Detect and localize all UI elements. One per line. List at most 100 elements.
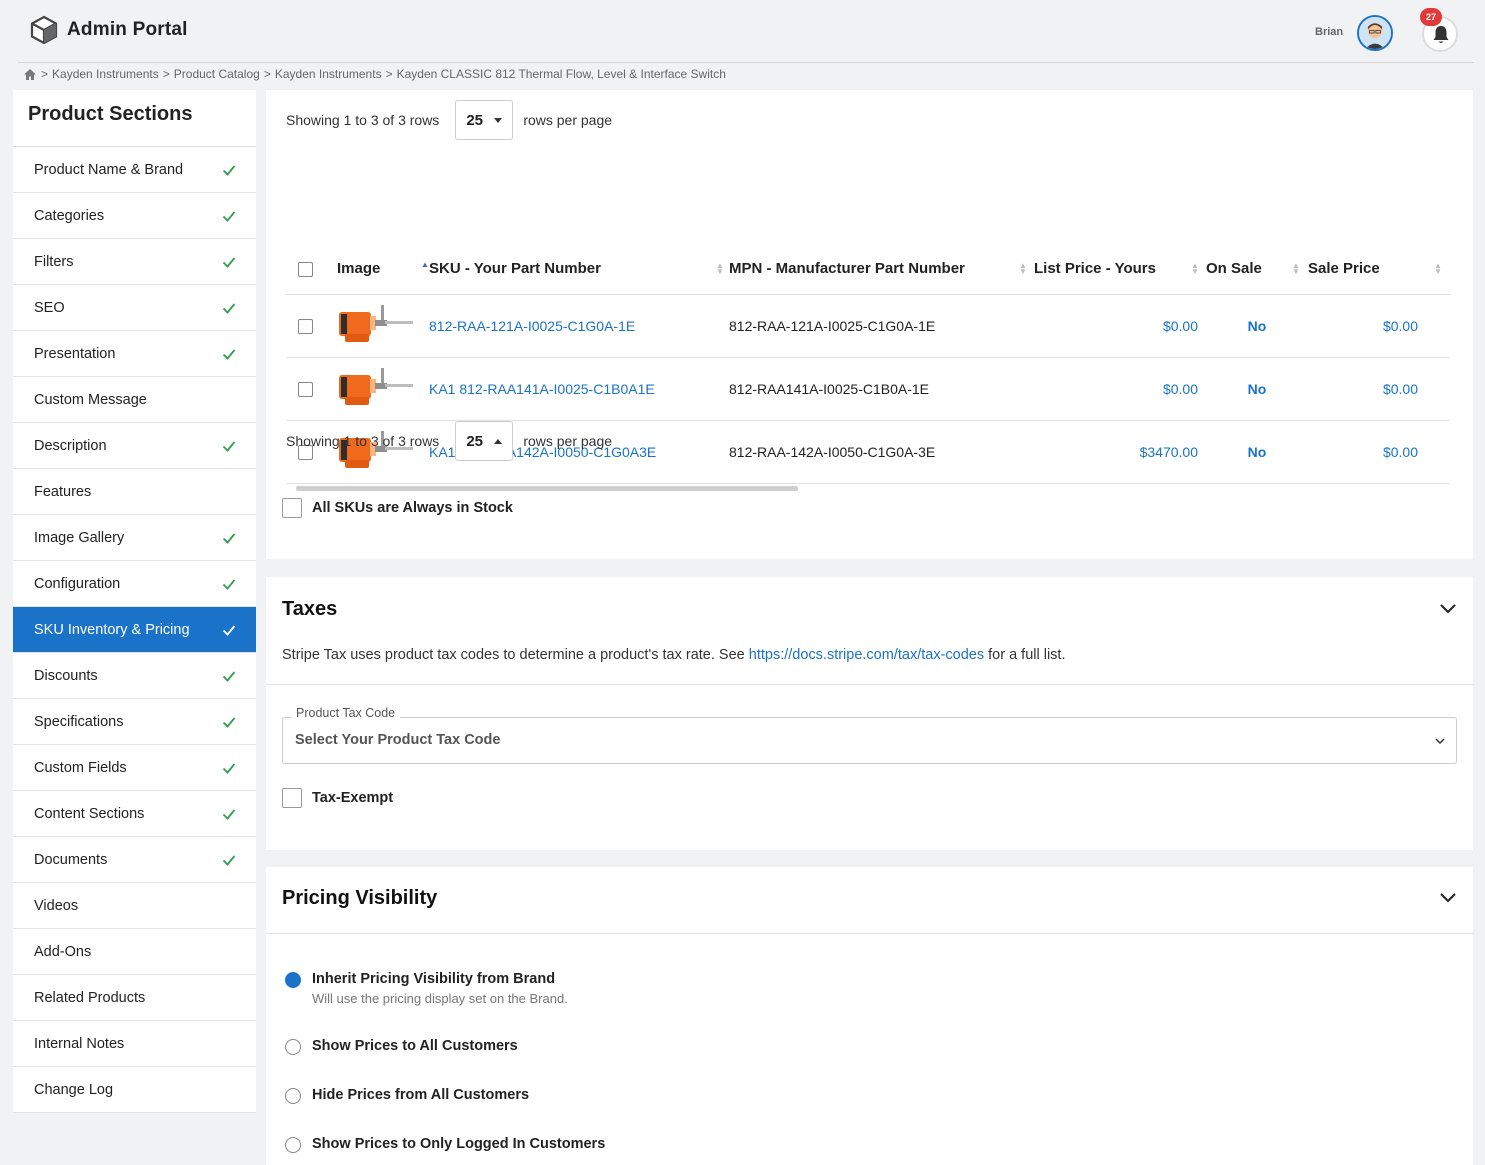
chevron-down-icon[interactable] [1439, 888, 1457, 906]
tax-codes-link[interactable]: https://docs.stripe.com/tax/tax-codes [749, 647, 984, 663]
sidebar-item-label: Image Gallery [34, 529, 125, 546]
sidebar-item[interactable]: Filters [13, 239, 256, 285]
notification-count-badge: 27 [1420, 8, 1442, 26]
rows-per-page-value: 25 [466, 432, 483, 450]
radio-button[interactable] [285, 1039, 301, 1055]
col-list-price[interactable]: ▲ ▼ List Price - Yours [1019, 244, 1206, 295]
mpn-cell: 812-RAA141A-I0025-C1B0A-1E [729, 357, 1034, 421]
user-name[interactable]: Brian [1315, 26, 1343, 38]
sidebar-item[interactable]: SKU Inventory & Pricing [13, 607, 256, 653]
breadcrumb-separator: > [41, 67, 49, 81]
pricing-visibility-option[interactable]: Inherit Pricing Visibility from Brand Wil… [285, 971, 568, 1006]
always-in-stock-option[interactable]: All SKUs are Always in Stock [282, 498, 513, 518]
breadcrumb-item[interactable]: Kayden Instruments [275, 67, 382, 81]
sidebar-item[interactable]: Internal Notes [13, 1021, 256, 1067]
rows-per-page-select[interactable]: 25 [455, 421, 514, 461]
sort-icon: ▲ ▼ [1019, 261, 1027, 276]
select-all-checkbox[interactable] [298, 261, 313, 277]
sidebar-item[interactable]: Specifications [13, 699, 256, 745]
brand[interactable]: Admin Portal [30, 15, 188, 45]
tax-exempt-option[interactable]: Tax-Exempt [282, 788, 393, 808]
checkmark-icon [222, 716, 236, 728]
sort-icon: ▲ ▼ [1191, 261, 1199, 276]
pagination-top: Showing 1 to 3 of 3 rows 25 rows per pag… [286, 100, 612, 140]
sku-link[interactable]: KA1 812-RAA141A-I0025-C1B0A1E [429, 357, 729, 421]
sale-price-cell[interactable]: $0.00 [1308, 357, 1450, 421]
sort-icon: ▲ ▼ [1292, 261, 1300, 276]
col-on-sale-label: On Sale [1206, 260, 1262, 278]
option-label: Show Prices to All Customers [312, 1038, 518, 1054]
sidebar-item-label: Features [34, 483, 92, 500]
sidebar-item-label: Videos [34, 897, 79, 914]
sidebar-item[interactable]: Image Gallery [13, 515, 256, 561]
mpn-cell: 812-RAA-121A-I0025-C1G0A-1E [729, 294, 1034, 358]
on-sale-cell[interactable]: No [1206, 294, 1308, 358]
horizontal-scrollbar[interactable] [286, 485, 1450, 491]
sidebar-item[interactable]: Discounts [13, 653, 256, 699]
sidebar-item[interactable]: Videos [13, 883, 256, 929]
radio-button[interactable] [285, 1088, 301, 1104]
checkmark-icon [222, 578, 236, 590]
option-text: Show Prices to Only Logged In Customers [312, 1136, 605, 1152]
taxes-card: Taxes Stripe Tax uses product tax codes … [266, 577, 1473, 850]
col-mpn[interactable]: ▲ ▼ MPN - Manufacturer Part Number [716, 244, 1034, 295]
pagination-bottom: Showing 1 to 3 of 3 rows 25 rows per pag… [286, 421, 612, 461]
sku-link[interactable]: 812-RAA-121A-I0025-C1G0A-1E [429, 294, 729, 358]
rows-per-page-select[interactable]: 25 [455, 100, 514, 140]
breadcrumb: > Kayden Instruments > Product Catalog >… [23, 67, 726, 81]
sidebar-item-label: Internal Notes [34, 1035, 125, 1052]
pricing-visibility-option[interactable]: Hide Prices from All Customers [285, 1087, 529, 1104]
sidebar-item[interactable]: Configuration [13, 561, 256, 607]
product-thumbnail [339, 368, 413, 405]
checkmark-icon [222, 624, 236, 636]
sidebar-item[interactable]: Documents [13, 837, 256, 883]
pricing-visibility-option[interactable]: Show Prices to All Customers [285, 1038, 518, 1055]
sidebar-item[interactable]: Content Sections [13, 791, 256, 837]
sidebar-item[interactable]: Add-Ons [13, 929, 256, 975]
sidebar-item-label: Product Name & Brand [34, 161, 184, 178]
always-in-stock-checkbox[interactable] [282, 498, 302, 518]
home-icon[interactable] [23, 68, 37, 81]
radio-button[interactable] [285, 1137, 301, 1153]
tax-exempt-checkbox[interactable] [282, 788, 302, 808]
sidebar-item[interactable]: Change Log [13, 1067, 256, 1113]
col-sku[interactable]: ▲ SKU - Your Part Number [421, 244, 729, 295]
sidebar-item[interactable]: Custom Fields [13, 745, 256, 791]
sidebar-item[interactable]: Description [13, 423, 256, 469]
checkmark-icon [222, 762, 236, 774]
sidebar-item[interactable]: Product Name & Brand [13, 147, 256, 193]
sidebar-item[interactable]: Features [13, 469, 256, 515]
on-sale-cell[interactable]: No [1206, 357, 1308, 421]
breadcrumb-separator: > [385, 67, 393, 81]
on-sale-cell[interactable]: No [1206, 420, 1308, 484]
breadcrumb-item[interactable]: Product Catalog [174, 67, 260, 81]
checkmark-icon [222, 808, 236, 820]
scrollbar-thumb[interactable] [296, 486, 798, 491]
product-tax-code-select[interactable]: Product Tax Code Select Your Product Tax… [282, 706, 1457, 764]
app-title: Admin Portal [67, 19, 188, 40]
pricing-visibility-title: Pricing Visibility [282, 887, 438, 909]
rows-per-page-label: rows per page [523, 433, 613, 449]
checkmark-icon [222, 532, 236, 544]
chevron-down-icon[interactable] [1439, 599, 1457, 617]
list-price-cell[interactable]: $3470.00 [1034, 420, 1206, 484]
breadcrumb-item[interactable]: Kayden Instruments [52, 67, 159, 81]
showing-rows-text: Showing 1 to 3 of 3 rows [286, 433, 440, 449]
list-price-cell[interactable]: $0.00 [1034, 357, 1206, 421]
col-sale-price[interactable]: ▲ ▼ Sale Price ▲ ▼ [1292, 244, 1450, 295]
sidebar-item[interactable]: Categories [13, 193, 256, 239]
avatar[interactable] [1357, 15, 1393, 51]
sale-price-cell[interactable]: $0.00 [1308, 420, 1450, 484]
checkmark-icon [222, 210, 236, 222]
list-price-cell[interactable]: $0.00 [1034, 294, 1206, 358]
sidebar-item[interactable]: Presentation [13, 331, 256, 377]
sidebar-item[interactable]: Related Products [13, 975, 256, 1021]
row-checkbox[interactable] [298, 381, 313, 397]
option-text: Hide Prices from All Customers [312, 1087, 529, 1103]
radio-button[interactable] [285, 972, 301, 988]
row-checkbox[interactable] [298, 318, 313, 334]
sidebar-item[interactable]: SEO [13, 285, 256, 331]
sale-price-cell[interactable]: $0.00 [1308, 294, 1450, 358]
pricing-visibility-option[interactable]: Show Prices to Only Logged In Customers [285, 1136, 605, 1153]
sidebar-item[interactable]: Custom Message [13, 377, 256, 423]
